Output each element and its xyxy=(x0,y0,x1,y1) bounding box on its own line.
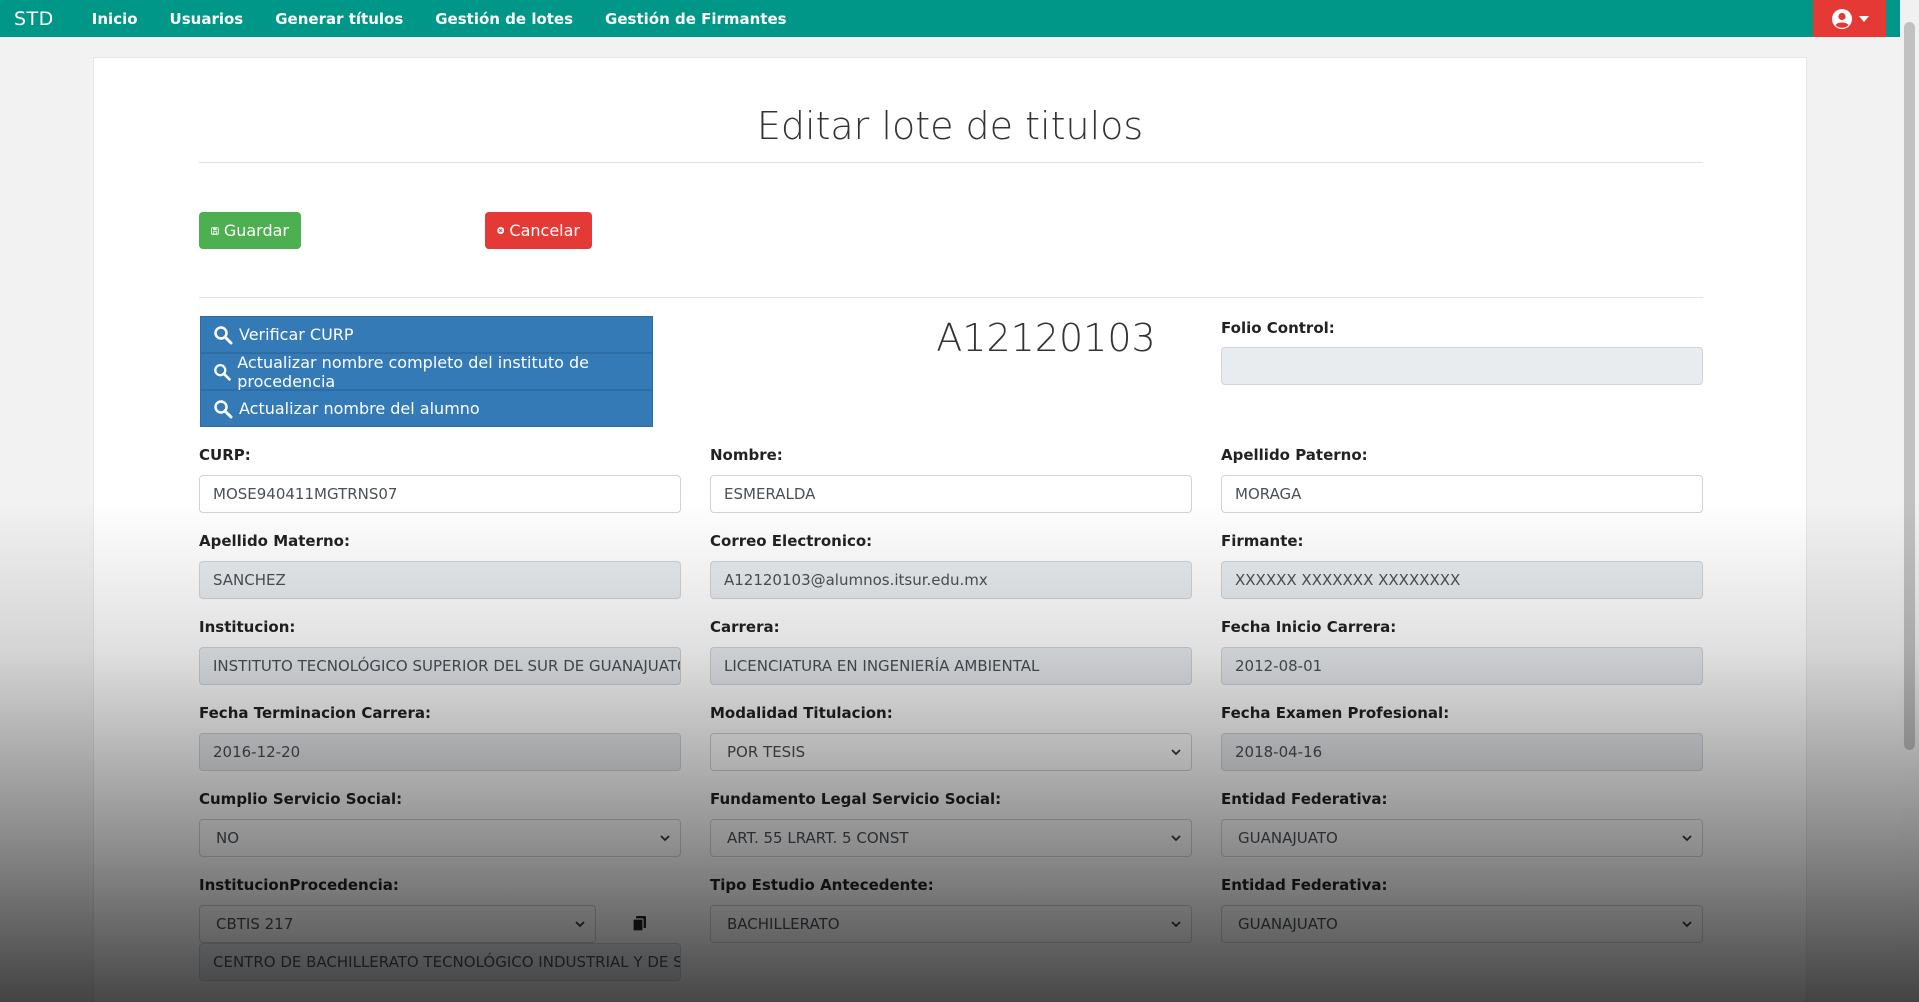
curp-label: CURP: xyxy=(199,446,251,464)
nombre-field[interactable]: ESMERALDA xyxy=(710,475,1192,513)
modalidad-value: POR TESIS xyxy=(727,743,806,761)
top-navbar: STD Inicio Usuarios Generar títulos Gest… xyxy=(0,0,1919,37)
entidad-federativa-value: GUANAJUATO xyxy=(1238,829,1338,847)
firmante-field[interactable]: XXXXXX XXXXXXX XXXXXXXX xyxy=(1221,561,1703,599)
carrera-label: Carrera: xyxy=(710,618,780,636)
user-circle-icon xyxy=(1831,8,1852,29)
brand-link[interactable]: STD xyxy=(14,8,54,30)
fecha-terminacion-field[interactable]: 2016-12-20 xyxy=(199,733,681,771)
fundamento-select[interactable]: ART. 55 LRART. 5 CONST xyxy=(710,819,1192,857)
fecha-examen-label: Fecha Examen Profesional: xyxy=(1221,704,1450,722)
search-icon xyxy=(214,363,231,381)
verify-curp-label: Verificar CURP xyxy=(239,325,354,344)
chevron-down-icon xyxy=(1682,835,1692,842)
servicio-social-label: Cumplio Servicio Social: xyxy=(199,790,403,808)
modalidad-select[interactable]: POR TESIS xyxy=(710,733,1192,771)
chevron-down-icon xyxy=(660,835,670,842)
firmante-label: Firmante: xyxy=(1221,532,1304,550)
cancel-button[interactable]: Cancelar xyxy=(485,212,592,249)
tipo-estudio-value: BACHILLERATO xyxy=(727,915,840,933)
page-scrollbar[interactable] xyxy=(1900,0,1919,1002)
nav-link-generar-titulos[interactable]: Generar títulos xyxy=(275,10,403,28)
apellido-paterno-field[interactable]: MORAGA xyxy=(1221,475,1703,513)
fundamento-label: Fundamento Legal Servicio Social: xyxy=(710,790,1002,808)
tipo-estudio-label: Tipo Estudio Antecedente: xyxy=(710,876,934,894)
search-icon xyxy=(214,399,233,418)
update-institute-button[interactable]: Actualizar nombre completo del instituto… xyxy=(200,352,653,391)
cancel-button-label: Cancelar xyxy=(509,221,580,240)
entidad-federativa-label: Entidad Federativa: xyxy=(1221,790,1388,808)
inst-procedencia-value: CBTIS 217 xyxy=(216,915,294,933)
servicio-social-select[interactable]: NO xyxy=(199,819,681,857)
inst-procedencia-select[interactable]: CBTIS 217 xyxy=(199,905,596,943)
chevron-down-icon xyxy=(1171,835,1181,842)
caret-down-icon xyxy=(1858,15,1869,22)
institucion-label: Institucion: xyxy=(199,618,296,636)
verify-curp-button[interactable]: Verificar CURP xyxy=(200,316,653,353)
fundamento-value: ART. 55 LRART. 5 CONST xyxy=(727,829,909,847)
folio-control-field[interactable] xyxy=(1221,347,1703,385)
nav-link-inicio[interactable]: Inicio xyxy=(92,10,138,28)
user-menu-button[interactable] xyxy=(1813,0,1886,37)
modalidad-label: Modalidad Titulacion: xyxy=(710,704,893,722)
carrera-field[interactable]: LICENCIATURA EN INGENIERÍA AMBIENTAL xyxy=(710,647,1192,685)
page-title: Editar lote de titulos xyxy=(756,104,1144,148)
apellido-materno-label: Apellido Materno: xyxy=(199,532,350,550)
fecha-terminacion-label: Fecha Terminacion Carrera: xyxy=(199,704,431,722)
apellido-materno-field[interactable]: SANCHEZ xyxy=(199,561,681,599)
chevron-down-icon xyxy=(575,921,585,928)
chevron-down-icon xyxy=(1171,749,1181,756)
entidad-federativa-2-value: GUANAJUATO xyxy=(1238,915,1338,933)
nav-link-gestion-lotes[interactable]: Gestión de lotes xyxy=(435,10,573,28)
title-divider xyxy=(199,162,1703,163)
actions-divider xyxy=(199,297,1703,298)
scrollbar-thumb[interactable] xyxy=(1904,22,1915,750)
chevron-down-icon xyxy=(1682,921,1692,928)
save-button-label: Guardar xyxy=(223,221,289,240)
folio-control-label: Folio Control: xyxy=(1221,319,1335,337)
entidad-federativa-2-select[interactable]: GUANAJUATO xyxy=(1221,905,1703,943)
apellido-paterno-label: Apellido Paterno: xyxy=(1221,446,1368,464)
inst-procedencia-label: InstitucionProcedencia: xyxy=(199,876,399,894)
institucion-field[interactable]: INSTITUTO TECNOLÓGICO SUPERIOR DEL SUR D… xyxy=(199,647,681,685)
update-student-label: Actualizar nombre del alumno xyxy=(239,399,480,418)
inst-procedencia-full-name[interactable]: CENTRO DE BACHILLERATO TECNOLÓGICO INDUS… xyxy=(199,943,681,981)
fecha-examen-field[interactable]: 2018-04-16 xyxy=(1221,733,1703,771)
fecha-inicio-field[interactable]: 2012-08-01 xyxy=(1221,647,1703,685)
servicio-social-value: NO xyxy=(216,829,240,847)
update-student-button[interactable]: Actualizar nombre del alumno xyxy=(200,390,653,427)
close-circle-icon xyxy=(497,227,505,234)
nav-link-usuarios[interactable]: Usuarios xyxy=(170,10,244,28)
fecha-inicio-label: Fecha Inicio Carrera: xyxy=(1221,618,1397,636)
tipo-estudio-select[interactable]: BACHILLERATO xyxy=(710,905,1192,943)
curp-field[interactable]: MOSE940411MGTRNS07 xyxy=(199,475,681,513)
nombre-label: Nombre: xyxy=(710,446,783,464)
entidad-federativa-2-label: Entidad Federativa: xyxy=(1221,876,1388,894)
correo-field[interactable]: A12120103@alumnos.itsur.edu.mx xyxy=(710,561,1192,599)
nav-link-gestion-firmantes[interactable]: Gestión de Firmantes xyxy=(605,10,787,28)
update-institute-label: Actualizar nombre completo del instituto… xyxy=(237,352,589,391)
chevron-down-icon xyxy=(1171,921,1181,928)
search-icon xyxy=(214,325,233,344)
save-icon xyxy=(211,226,219,235)
save-button[interactable]: Guardar xyxy=(199,212,301,249)
copy-icon[interactable] xyxy=(632,915,648,933)
correo-label: Correo Electronico: xyxy=(710,532,873,550)
entidad-federativa-select[interactable]: GUANAJUATO xyxy=(1221,819,1703,857)
main-card: Editar lote de titulos Guardar Cancelar … xyxy=(93,57,1807,1002)
